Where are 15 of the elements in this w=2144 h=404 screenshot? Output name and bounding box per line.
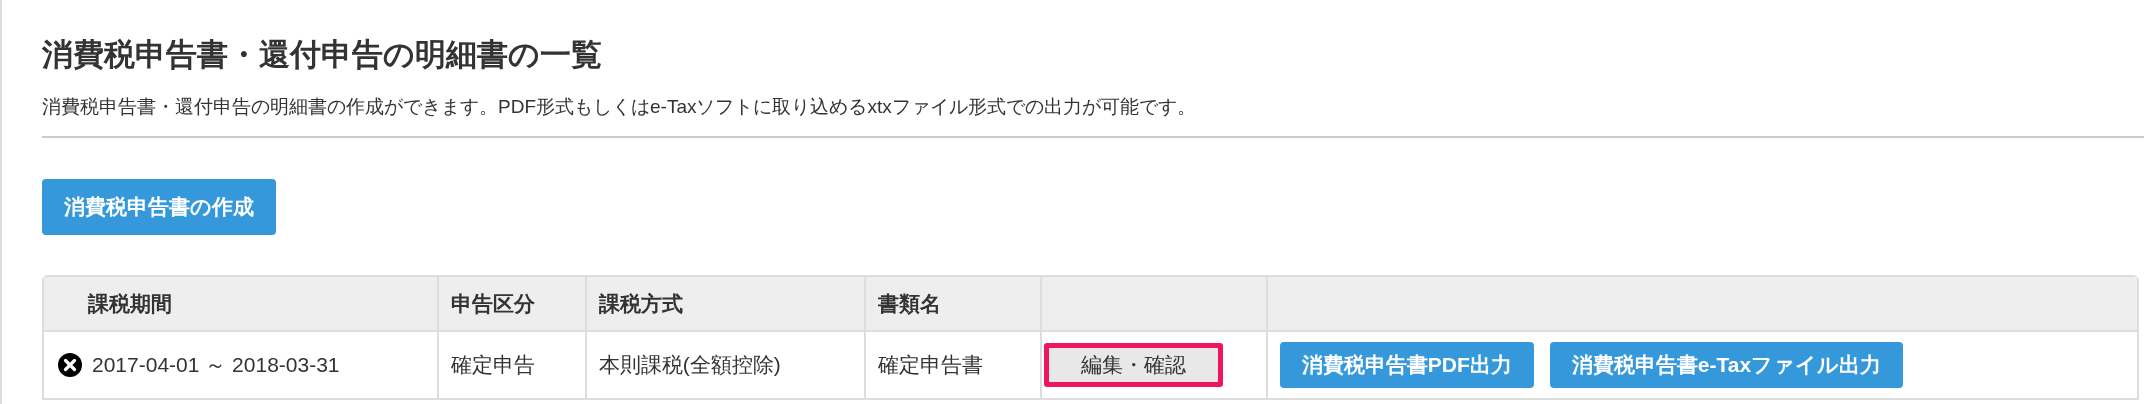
create-button[interactable]: 消費税申告書の作成 — [42, 179, 276, 235]
export-button[interactable]: 消費税申告書PDF出力 — [1279, 342, 1534, 388]
table-cell: 確定申告 — [451, 353, 535, 376]
export-button[interactable]: 消費税申告書e-Taxファイル出力 — [1549, 342, 1904, 388]
column-header: 課税方式 — [598, 291, 683, 315]
page-title: 消費税申告書・還付申告の明細書の一覧 — [42, 36, 603, 74]
edit-button[interactable]: 編集・確認 — [1043, 343, 1223, 387]
table-cell-text: 2017-04-01 ～ 2018-03-31 — [92, 352, 340, 378]
table-cell: 確定申告書 — [877, 353, 983, 376]
close-icon[interactable] — [58, 353, 82, 377]
column-header: 書類名 — [877, 291, 941, 315]
table-cell: 本則課税(全額控除) — [598, 353, 781, 376]
page-description: 消費税申告書・還付申告の明細書の作成ができます。PDF形式もしくはe-Taxソフトに取り込めるxtxファイル形式での出力が可能です。 — [42, 95, 1197, 119]
column-header: 課税期間 — [88, 291, 172, 315]
column-header: 申告区分 — [451, 291, 535, 315]
